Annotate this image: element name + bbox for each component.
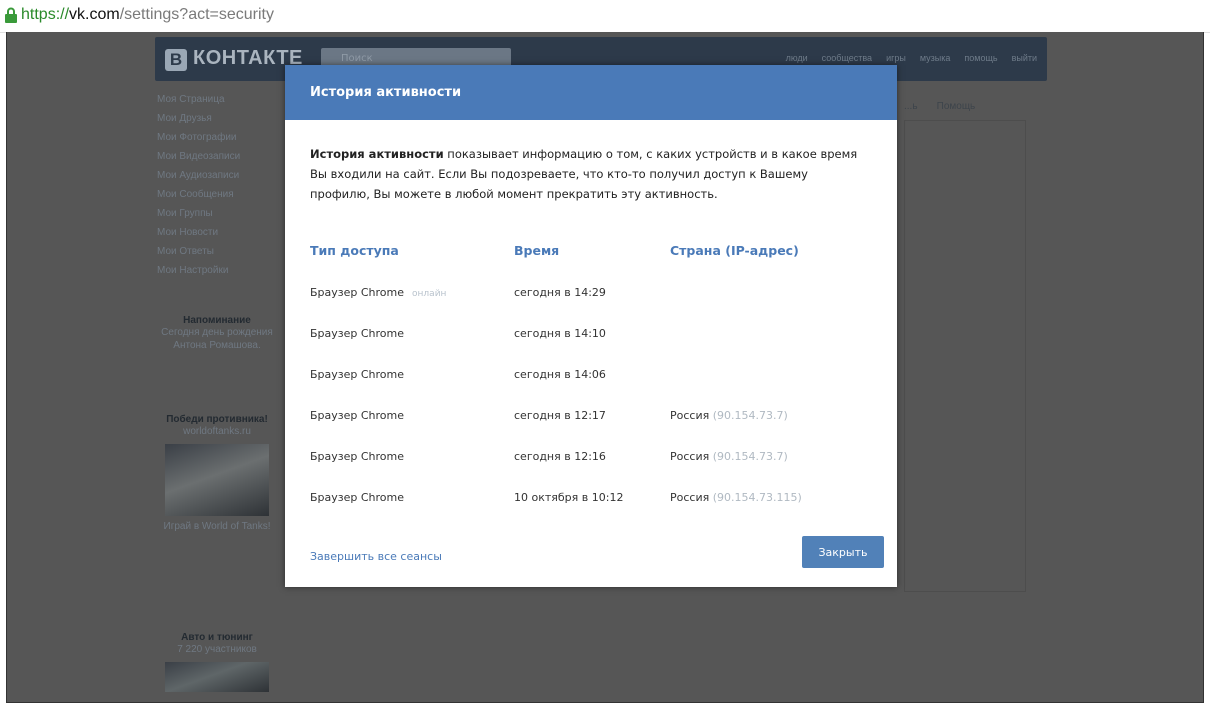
column-header-country: Страна (IP-адрес)	[670, 243, 799, 258]
lock-icon	[5, 7, 17, 23]
session-ip: (90.154.73.115)	[712, 491, 802, 504]
session-row: Браузер Chrome сегодня в 12:17 Россия (9…	[285, 409, 897, 429]
session-country: Россия	[670, 450, 710, 463]
session-type: Браузер Chrome	[310, 286, 405, 299]
url-scheme: https://	[21, 6, 70, 23]
left-menu: Моя Страница Мои Друзья Мои Фотографии М…	[157, 94, 277, 284]
session-time: 10 октября в 10:12	[514, 491, 624, 504]
session-time: сегодня в 14:29	[514, 286, 606, 299]
session-ip: (90.154.73.7)	[712, 409, 788, 422]
menu-groups[interactable]: Мои Группы	[157, 208, 277, 227]
modal-description: История активности показывает информацию…	[310, 144, 870, 204]
promo-caption[interactable]: Играй в World of Tanks!	[157, 520, 277, 533]
modal-title: История активности	[285, 65, 897, 120]
session-type: Браузер Chrome	[310, 491, 405, 504]
promo2-image[interactable]	[165, 662, 269, 692]
promo2-title[interactable]: Авто и тюнинг	[157, 632, 277, 643]
tab-partial[interactable]: ...ь	[904, 101, 918, 112]
address-bar[interactable]: https://vk.com/settings?act=security	[0, 0, 1210, 33]
session-time: сегодня в 14:06	[514, 368, 606, 381]
close-button[interactable]: Закрыть	[802, 536, 884, 568]
session-row: Браузер Chrome сегодня в 14:06	[285, 368, 897, 388]
settings-panel	[904, 120, 1026, 592]
nav-people[interactable]: люди	[786, 53, 808, 63]
session-country: Россия	[670, 409, 710, 422]
nav-games[interactable]: игры	[886, 53, 906, 63]
menu-audio[interactable]: Мои Аудиозаписи	[157, 170, 277, 189]
menu-videos[interactable]: Мои Видеозаписи	[157, 151, 277, 170]
nav-logout[interactable]: выйти	[1012, 53, 1037, 63]
activity-history-modal: История активности История активности по…	[285, 65, 897, 587]
session-time: сегодня в 12:17	[514, 409, 606, 422]
menu-messages[interactable]: Мои Сообщения	[157, 189, 277, 208]
session-type: Браузер Chrome	[310, 327, 405, 340]
promo-sub: worldoftanks.ru	[183, 426, 251, 437]
column-header-type: Тип доступа	[310, 243, 399, 258]
menu-photos[interactable]: Мои Фотографии	[157, 132, 277, 151]
promo-title[interactable]: Победи противника!	[157, 414, 277, 425]
session-type: Браузер Chrome	[310, 368, 405, 381]
url-host: vk.com	[69, 6, 120, 23]
reminder-block: Напоминание Сегодня день рождения Антона…	[157, 315, 277, 352]
reminder-text[interactable]: Сегодня день рождения Антона Ромашова.	[157, 326, 277, 352]
menu-settings[interactable]: Мои Настройки	[157, 265, 277, 284]
session-time: сегодня в 12:16	[514, 450, 606, 463]
session-type: Браузер Chrome	[310, 450, 405, 463]
nav-communities[interactable]: сообщества	[822, 53, 872, 63]
terminate-all-sessions-link[interactable]: Завершить все сеансы	[310, 550, 442, 563]
settings-tabs: ...ь Помощь	[904, 94, 1024, 118]
online-status: онлайн	[412, 289, 447, 299]
menu-my-page[interactable]: Моя Страница	[157, 94, 277, 113]
menu-answers[interactable]: Мои Ответы	[157, 246, 277, 265]
menu-news[interactable]: Мои Новости	[157, 227, 277, 246]
tab-help[interactable]: Помощь	[937, 101, 976, 112]
promo2-sub: 7 220 участников	[177, 644, 257, 655]
menu-friends[interactable]: Мои Друзья	[157, 113, 277, 132]
column-header-time: Время	[514, 243, 560, 258]
promo-block: Победи противника! worldoftanks.ru Играй…	[157, 414, 277, 533]
session-row: Браузер Chrome онлайн сегодня в 14:29	[285, 286, 897, 306]
url-text[interactable]: https://vk.com/settings?act=security	[21, 6, 274, 24]
session-row: Браузер Chrome сегодня в 12:16 Россия (9…	[285, 450, 897, 470]
session-row: Браузер Chrome 10 октября в 10:12 Россия…	[285, 491, 897, 511]
promo2-block: Авто и тюнинг 7 220 участников	[157, 632, 277, 692]
session-type: Браузер Chrome	[310, 409, 405, 422]
url-path: /settings?act=security	[119, 6, 274, 23]
session-country: Россия	[670, 491, 710, 504]
promo-image[interactable]	[165, 444, 269, 516]
session-ip: (90.154.73.7)	[712, 450, 788, 463]
nav-help[interactable]: помощь	[964, 53, 997, 63]
reminder-title: Напоминание	[183, 315, 251, 326]
session-time: сегодня в 14:10	[514, 327, 606, 340]
session-row: Браузер Chrome сегодня в 14:10	[285, 327, 897, 347]
desc-bold: История активности	[310, 147, 444, 161]
nav-music[interactable]: музыка	[920, 53, 951, 63]
top-nav: люди сообщества игры музыка помощь выйти	[786, 53, 1037, 63]
vk-logo-icon[interactable]: B	[165, 49, 187, 71]
